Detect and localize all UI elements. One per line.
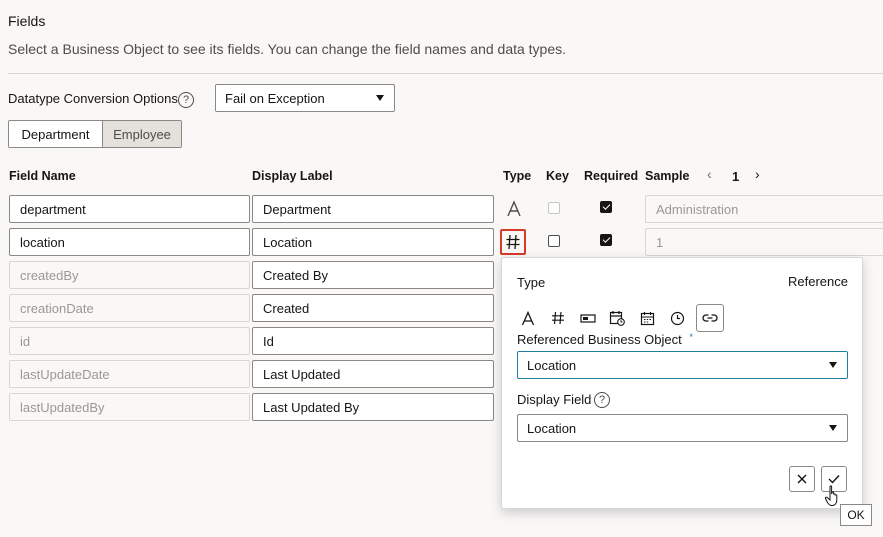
field-name-value: id bbox=[20, 333, 31, 349]
column-display-label: Display Label bbox=[252, 169, 333, 183]
page-number: 1 bbox=[732, 169, 740, 184]
referenced-bo-select[interactable]: Location bbox=[517, 351, 848, 379]
display-label-value: Last Updated bbox=[263, 366, 341, 382]
popup-type-value: Reference bbox=[788, 274, 848, 289]
required-checkbox[interactable] bbox=[600, 234, 612, 246]
tab-employee[interactable]: Employee bbox=[102, 121, 181, 147]
text-type-icon[interactable] bbox=[503, 198, 525, 220]
conversion-options-label: Datatype Conversion Options bbox=[8, 91, 178, 106]
field-name-value: lastUpdatedBy bbox=[20, 399, 105, 415]
display-label-input[interactable]: Last Updated bbox=[252, 360, 494, 388]
field-name-value: department bbox=[20, 201, 86, 217]
referenced-bo-label-text: Referenced Business Object bbox=[517, 332, 682, 347]
column-key: Key bbox=[546, 169, 569, 183]
conversion-options-value: Fail on Exception bbox=[225, 90, 325, 106]
key-checkbox[interactable] bbox=[548, 202, 560, 214]
display-label-input[interactable]: Created bbox=[252, 294, 494, 322]
popup-type-label: Type bbox=[517, 275, 546, 290]
referenced-bo-value: Location bbox=[527, 357, 577, 373]
ok-tooltip: OK bbox=[840, 504, 872, 526]
display-label-value: Last Updated By bbox=[263, 399, 360, 415]
divider bbox=[8, 73, 883, 74]
field-name-value: creationDate bbox=[20, 300, 94, 316]
help-icon[interactable]: ? bbox=[594, 392, 610, 408]
sample-field: 1 bbox=[645, 228, 883, 256]
chevron-down-icon bbox=[829, 425, 837, 431]
business-object-tabs: Department Employee bbox=[8, 120, 182, 148]
sample-value: 1 bbox=[656, 234, 664, 250]
check-icon bbox=[828, 475, 840, 484]
sample-field: Administration bbox=[645, 195, 883, 223]
number-type-icon[interactable] bbox=[500, 229, 526, 255]
display-field-value: Location bbox=[527, 420, 577, 436]
display-label-input[interactable]: Id bbox=[252, 327, 494, 355]
text-icon[interactable] bbox=[517, 307, 539, 329]
input-icon[interactable] bbox=[577, 307, 599, 329]
chevron-left-icon[interactable]: ‹ bbox=[707, 166, 721, 186]
field-name-input: creationDate bbox=[9, 294, 250, 322]
field-name-input[interactable]: department bbox=[9, 195, 250, 223]
field-name-value: createdBy bbox=[20, 267, 79, 283]
display-label-value: Created bbox=[263, 300, 310, 316]
link-icon[interactable] bbox=[696, 304, 724, 332]
display-label-input[interactable]: Location bbox=[252, 228, 494, 256]
field-name-value: location bbox=[20, 234, 65, 250]
help-icon[interactable]: ? bbox=[178, 92, 194, 108]
column-type: Type bbox=[503, 169, 532, 183]
time-icon[interactable] bbox=[666, 307, 688, 329]
display-label-input[interactable]: Department bbox=[252, 195, 494, 223]
chevron-down-icon bbox=[829, 362, 837, 368]
close-icon bbox=[797, 474, 807, 484]
display-label-value: Department bbox=[263, 201, 331, 217]
chevron-down-icon bbox=[376, 95, 384, 101]
type-popup: Type Reference Referenced Business Objec… bbox=[501, 257, 863, 509]
display-field-select[interactable]: Location bbox=[517, 414, 848, 442]
required-checkbox[interactable] bbox=[600, 201, 612, 213]
number-icon[interactable] bbox=[547, 307, 569, 329]
field-name-input[interactable]: location bbox=[9, 228, 250, 256]
column-sample: Sample bbox=[645, 169, 690, 183]
field-name-input: id bbox=[9, 327, 250, 355]
conversion-options-select[interactable]: Fail on Exception bbox=[215, 84, 395, 112]
cancel-button[interactable] bbox=[789, 466, 815, 492]
display-label-input[interactable]: Last Updated By bbox=[252, 393, 494, 421]
field-name-input: lastUpdateDate bbox=[9, 360, 250, 388]
column-field-name: Field Name bbox=[9, 169, 76, 183]
page-title: Fields bbox=[8, 13, 46, 29]
field-name-value: lastUpdateDate bbox=[20, 366, 110, 382]
column-required: Required bbox=[584, 169, 639, 183]
display-label-value: Id bbox=[263, 333, 274, 349]
display-label-value: Created By bbox=[263, 267, 329, 283]
display-label-input[interactable]: Created By bbox=[252, 261, 494, 289]
key-checkbox[interactable] bbox=[548, 235, 560, 247]
datetime-icon[interactable] bbox=[606, 307, 628, 329]
page-subtitle: Select a Business Object to see its fiel… bbox=[8, 41, 567, 57]
field-name-input: createdBy bbox=[9, 261, 250, 289]
date-icon[interactable] bbox=[636, 307, 658, 329]
referenced-bo-label: Referenced Business Object * bbox=[517, 332, 693, 347]
display-field-label: Display Field bbox=[517, 392, 592, 407]
required-marker: * bbox=[689, 332, 693, 342]
chevron-right-icon[interactable]: › bbox=[755, 166, 769, 186]
tab-department[interactable]: Department bbox=[9, 121, 102, 147]
field-name-input: lastUpdatedBy bbox=[9, 393, 250, 421]
display-label-value: Location bbox=[263, 234, 313, 250]
sample-value: Administration bbox=[656, 201, 739, 217]
